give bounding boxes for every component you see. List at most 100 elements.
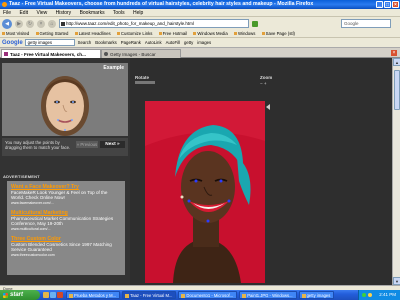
- taskbar-item-documento[interactable]: Documento1 - Microsof...: [178, 291, 238, 299]
- ad-item: Want a Face Makeover? Try FaceMakeR Look…: [11, 184, 121, 205]
- google-search-input[interactable]: getty images: [24, 39, 75, 46]
- google-highlight-term-getty[interactable]: getty: [184, 40, 193, 45]
- user-photo[interactable]: [145, 101, 265, 283]
- google-toolbar: Google getty images Search Bookmarks Pag…: [0, 38, 400, 48]
- ad-body: Custom Blended Cosmetics Since 1997 Matc…: [11, 242, 112, 253]
- advertisement-label: ADVERTISEMENT: [3, 174, 40, 179]
- ad-url[interactable]: www.threecustomcolor.com: [11, 253, 121, 258]
- close-window-button[interactable]: ×: [392, 1, 399, 8]
- volume-icon[interactable]: [368, 293, 373, 297]
- menu-bookmarks[interactable]: Bookmarks: [80, 10, 105, 16]
- stop-icon[interactable]: ×: [37, 19, 45, 28]
- start-button[interactable]: start: [0, 290, 40, 300]
- instructions-bar: You may adjust the points by dragging th…: [2, 138, 128, 156]
- instructions-text: You may adjust the points by dragging th…: [5, 140, 71, 150]
- ad-url[interactable]: www.facemakeover.com/...: [11, 201, 121, 206]
- clock: 2:41 PM: [379, 292, 396, 297]
- ad-item: Multicultural Marketing Pharmaceutical M…: [11, 210, 121, 231]
- navigation-toolbar: ◀ ▶ ↻ × ⌂ http://www.taaz.com/edit_photo…: [0, 17, 400, 30]
- ad-body: FaceMakeR Look Younger & Feel on Top of …: [11, 190, 108, 201]
- google-highlight-term-images[interactable]: images: [197, 40, 211, 45]
- taskbar-item-getty[interactable]: getty images: [298, 291, 335, 299]
- back-icon[interactable]: ◀: [2, 18, 12, 29]
- editor-panel: Rotate Zoom − + ▲ ▼: [130, 58, 400, 285]
- google-search-button[interactable]: Search: [78, 40, 92, 45]
- ad-body: Pharmaceutical Market Communication Stra…: [11, 216, 114, 227]
- title-bar: Taaz - Free Virtual Makeovers, choose fr…: [0, 0, 400, 9]
- bookmarks-toolbar: Most Visited Getting Started Latest Head…: [0, 30, 400, 38]
- left-panel: Example You may adjust the points by dra…: [0, 58, 130, 285]
- menu-help[interactable]: Help: [133, 10, 143, 16]
- site-favicon-icon: [61, 22, 65, 26]
- taskbar-item-taaz[interactable]: Taaz - Free Virtual M...: [122, 291, 177, 299]
- ad-item: Three Custom Color Custom Blended Cosmet…: [11, 236, 121, 257]
- url-bar[interactable]: http://www.taaz.com/edit_photo_for_makeu…: [59, 19, 249, 28]
- tab-taaz[interactable]: Taaz - Free Virtual Makeovers, ch...: [1, 49, 101, 58]
- google-autofill-button[interactable]: AutoFill: [166, 40, 180, 45]
- scroll-down-icon[interactable]: ▼: [393, 277, 400, 285]
- minimize-button[interactable]: _: [376, 1, 383, 8]
- go-icon[interactable]: [252, 20, 258, 27]
- quick-launch-explorer-icon[interactable]: [43, 292, 49, 298]
- close-tab-icon[interactable]: ×: [391, 50, 397, 56]
- zoom-controls[interactable]: − +: [260, 81, 267, 86]
- taskbar-item-paint[interactable]: Paint1.JPG - Windows...: [239, 291, 297, 299]
- menu-tools[interactable]: Tools: [113, 10, 125, 16]
- vertical-scrollbar[interactable]: ▲ ▼: [392, 58, 400, 285]
- menu-edit[interactable]: Edit: [19, 10, 28, 16]
- scroll-up-icon[interactable]: ▲: [393, 58, 400, 66]
- taskbar-item-prueba[interactable]: Prueba Metodos y M...: [66, 291, 121, 299]
- zoom-label: Zoom: [260, 75, 273, 80]
- ads-box: Want a Face Makeover? Try FaceMakeR Look…: [7, 181, 125, 275]
- rotate-slider[interactable]: [135, 81, 155, 84]
- page-content: Example You may adjust the points by dra…: [0, 58, 400, 285]
- menu-file[interactable]: File: [3, 10, 11, 16]
- windows-taskbar: start Prueba Metodos y M... Taaz - Free …: [0, 290, 400, 300]
- google-bookmarks-button[interactable]: Bookmarks: [95, 40, 117, 45]
- bookmark-latest-headlines[interactable]: Latest Headlines: [75, 31, 111, 36]
- bookmark-most-visited[interactable]: Most Visited: [2, 31, 29, 36]
- example-face-icon: [41, 76, 89, 136]
- url-text: http://www.taaz.com/edit_photo_for_makeu…: [66, 21, 194, 26]
- network-icon[interactable]: [362, 293, 367, 297]
- quick-launch-firefox-icon[interactable]: [57, 292, 63, 298]
- windows-flag-icon: [3, 292, 8, 298]
- menu-view[interactable]: View: [36, 10, 47, 16]
- google-logo-icon: Google: [2, 39, 23, 46]
- bookmark-free-hotmail[interactable]: Free Hotmail: [159, 31, 188, 36]
- ad-url[interactable]: www.multicultural.com/...: [11, 227, 121, 232]
- rotate-label: Rotate: [135, 75, 150, 80]
- quick-launch-desktop-icon[interactable]: [50, 292, 56, 298]
- home-icon[interactable]: ⌂: [48, 19, 56, 28]
- bookmark-windows-media[interactable]: Windows Media: [193, 31, 227, 36]
- bookmark-save-page[interactable]: Save Page (stl): [262, 31, 295, 36]
- system-tray: 2:41 PM: [358, 290, 400, 300]
- app-icon: [2, 2, 7, 7]
- next-button[interactable]: Next »: [100, 141, 125, 148]
- tab-label: Getty Images - Buscar: [110, 52, 156, 57]
- quick-launch: [43, 292, 63, 298]
- bookmark-getting-started[interactable]: Getting Started: [36, 31, 69, 36]
- window-controls: _ □ ×: [376, 1, 399, 8]
- forward-icon[interactable]: ▶: [15, 19, 23, 28]
- tab-bar: Taaz - Free Virtual Makeovers, ch... Get…: [0, 48, 400, 58]
- example-label: Example: [103, 65, 124, 71]
- tab-getty-images[interactable]: Getty Images - Buscar: [101, 49, 181, 58]
- search-input[interactable]: Google: [341, 19, 391, 28]
- menu-history[interactable]: History: [56, 10, 72, 16]
- scroll-thumb[interactable]: [394, 70, 400, 110]
- menu-bar: File Edit View History Bookmarks Tools H…: [0, 9, 400, 17]
- bookmark-customize-links[interactable]: Customize Links: [117, 31, 153, 36]
- collapse-arrow-icon[interactable]: [266, 104, 270, 110]
- example-area: Example: [2, 63, 128, 136]
- tab-label: Taaz - Free Virtual Makeovers, ch...: [10, 52, 86, 57]
- taaz-favicon-icon: [4, 52, 8, 56]
- start-label: start: [10, 292, 24, 298]
- reload-icon[interactable]: ↻: [26, 19, 34, 28]
- previous-button[interactable]: « Previous: [76, 141, 98, 148]
- bookmark-windows[interactable]: Windows: [234, 31, 255, 36]
- window-title: Taaz - Free Virtual Makeovers, choose fr…: [9, 1, 314, 7]
- google-autolink-button[interactable]: AutoLink: [145, 40, 162, 45]
- maximize-button[interactable]: □: [384, 1, 391, 8]
- google-pagerank: PageRank: [120, 40, 141, 45]
